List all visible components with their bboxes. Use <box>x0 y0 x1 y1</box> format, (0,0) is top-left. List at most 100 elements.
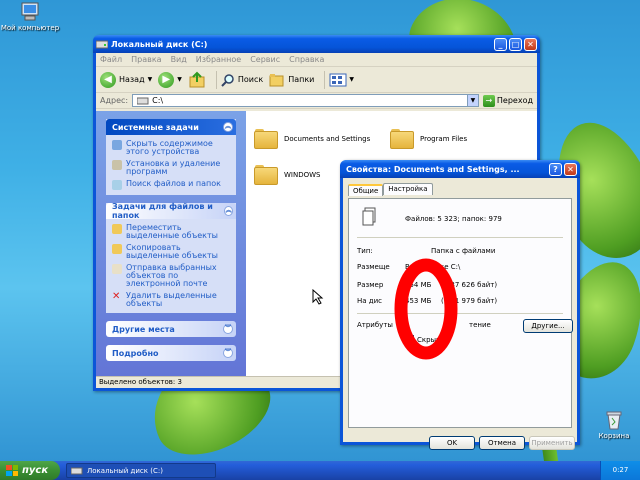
menu-edit[interactable]: Правка <box>131 55 161 64</box>
general-tab-pane: Файлов: 5 323; папок: 979 Тип: Папка с ф… <box>348 198 573 428</box>
other-attributes-button[interactable]: Другие... <box>523 319 573 333</box>
hide-contents-link[interactable]: Скрыть содержимое этого устройства <box>106 138 236 158</box>
folder-name: WINDOWS <box>284 171 321 179</box>
taskbar-explorer-button[interactable]: Локальный диск (C:) <box>66 463 216 478</box>
explorer-titlebar[interactable]: Локальный диск (C:) _ □ ✕ <box>93 35 540 53</box>
file-tasks-panel: Задачи для файлов и папок ︽ Переместить … <box>106 202 236 313</box>
move-selected-label: Переместить выделенные объекты <box>126 223 218 240</box>
folder-name: Documents and Settings <box>284 135 371 143</box>
dialog-tabs: Общие Настройка <box>348 183 433 196</box>
tab-customize[interactable]: Настройка <box>383 183 433 195</box>
type-value: Папка с файлами <box>431 247 496 255</box>
address-label: Адрес: <box>100 96 129 105</box>
back-dropdown-icon[interactable]: ▼ <box>148 76 153 83</box>
delete-selected-label: Удалить выделенные объекты <box>126 291 217 308</box>
details-header[interactable]: Подробно ︾ <box>106 345 236 361</box>
help-button[interactable]: ? <box>549 162 562 176</box>
copy-selected-label: Скопировать выделенные объекты <box>126 243 218 260</box>
expand-chevron-icon[interactable]: ︾ <box>223 348 233 358</box>
search-label: Поиск <box>237 75 264 84</box>
email-icon <box>112 264 122 274</box>
file-tasks-header[interactable]: Задачи для файлов и папок ︽ <box>106 202 236 220</box>
files-summary: Файлов: 5 323; папок: 979 <box>405 215 502 223</box>
start-button[interactable]: пуск <box>0 461 60 480</box>
folders-icon <box>269 73 284 86</box>
drive-icon <box>137 97 149 104</box>
maximize-button[interactable]: □ <box>509 37 522 51</box>
expand-chevron-icon[interactable]: ︾ <box>223 324 233 334</box>
menu-tools[interactable]: Сервис <box>250 55 280 64</box>
collapse-chevron-icon[interactable]: ︽ <box>224 206 233 216</box>
go-arrow-icon[interactable]: → <box>482 94 495 107</box>
email-selected-link[interactable]: Отправка выбранных объектов по электронн… <box>106 262 236 290</box>
menu-help[interactable]: Справка <box>289 55 324 64</box>
menu-view[interactable]: Вид <box>171 55 187 64</box>
disk-size-label: На дис <box>357 297 383 305</box>
my-computer-desktop-icon[interactable]: Мой компьютер <box>0 2 60 32</box>
folders-button[interactable]: Папки <box>269 69 314 91</box>
apply-button[interactable]: Применить <box>529 436 575 450</box>
delete-selected-link[interactable]: ✕ Удалить выделенные объекты <box>106 290 236 310</box>
other-places-header[interactable]: Другие места ︾ <box>106 321 236 337</box>
cancel-button[interactable]: Отмена <box>479 436 525 450</box>
copy-icon <box>112 244 122 254</box>
start-label: пуск <box>22 465 49 476</box>
system-tray-clock[interactable]: 0:27 <box>600 461 640 480</box>
size-label: Размер <box>357 281 384 289</box>
folders-label: Папки <box>288 75 315 84</box>
back-label: Назад <box>119 75 145 84</box>
hide-contents-label: Скрыть содержимое этого устройства <box>126 139 213 156</box>
minimize-button[interactable]: _ <box>494 37 507 51</box>
windows-logo-icon <box>6 465 18 476</box>
task-pane: Системные задачи ︽ Скрыть содержимое это… <box>96 111 246 376</box>
ok-button[interactable]: OK <box>429 436 475 450</box>
details-panel: Подробно ︾ <box>106 345 236 361</box>
up-button[interactable] <box>188 69 206 91</box>
folder-icon <box>390 129 414 149</box>
attributes-label: Атрибуты <box>357 321 393 329</box>
dialog-close-button[interactable]: ✕ <box>564 162 577 176</box>
drive-icon <box>71 467 83 474</box>
forward-dropdown-icon[interactable]: ▼ <box>177 76 182 83</box>
type-label: Тип: <box>357 247 373 255</box>
views-icon <box>329 73 347 86</box>
move-selected-link[interactable]: Переместить выделенные объекты <box>106 222 236 242</box>
task-label: Локальный диск (C:) <box>87 466 163 475</box>
forward-button[interactable]: ▶ ▼ <box>158 69 182 91</box>
search-button[interactable]: Поиск <box>221 69 263 91</box>
go-button[interactable]: Переход <box>497 96 533 105</box>
folder-icon <box>254 129 278 149</box>
taskbar: пуск Локальный диск (C:) 0:27 <box>0 461 640 480</box>
system-tasks-header[interactable]: Системные задачи ︽ <box>106 119 236 135</box>
back-button[interactable]: ◀ Назад ▼ <box>100 69 152 91</box>
recycle-bin-icon <box>603 410 625 430</box>
toolbar-separator <box>215 70 217 89</box>
search-icon <box>112 180 122 190</box>
address-dropdown-icon[interactable]: ▼ <box>466 95 478 106</box>
collapse-chevron-icon[interactable]: ︽ <box>223 122 233 132</box>
menu-file[interactable]: Файл <box>100 55 122 64</box>
multiple-files-icon <box>362 207 376 226</box>
forward-arrow-icon: ▶ <box>158 71 175 88</box>
recycle-bin-desktop-icon[interactable]: Корзина <box>584 410 640 440</box>
folder-item[interactable]: Program Files <box>390 129 467 149</box>
my-computer-label: Мой компьютер <box>0 24 60 32</box>
search-files-link[interactable]: Поиск файлов и папок <box>106 178 236 192</box>
address-input[interactable]: C:\ ▼ <box>132 94 479 107</box>
folder-item[interactable]: WINDOWS <box>254 165 321 185</box>
system-tasks-panel: Системные задачи ︽ Скрыть содержимое это… <box>106 119 236 195</box>
other-places-panel: Другие места ︾ <box>106 321 236 337</box>
views-button[interactable]: ▼ <box>329 69 354 91</box>
separator-line <box>357 237 563 238</box>
search-files-label: Поиск файлов и папок <box>126 179 221 188</box>
copy-selected-link[interactable]: Скопировать выделенные объекты <box>106 242 236 262</box>
folder-item[interactable]: Documents and Settings <box>254 129 370 149</box>
tab-general[interactable]: Общие <box>348 184 384 196</box>
close-button[interactable]: ✕ <box>524 37 537 51</box>
status-text: Выделено объектов: 3 <box>99 378 182 386</box>
system-tasks-title: Системные задачи <box>112 122 199 132</box>
dialog-titlebar[interactable]: Свойства: Documents and Settings, ... ? … <box>340 160 580 178</box>
add-remove-programs-link[interactable]: Установка и удаление программ <box>106 158 236 178</box>
menu-favorites[interactable]: Избранное <box>196 55 241 64</box>
add-remove-programs-label: Установка и удаление программ <box>126 159 221 176</box>
